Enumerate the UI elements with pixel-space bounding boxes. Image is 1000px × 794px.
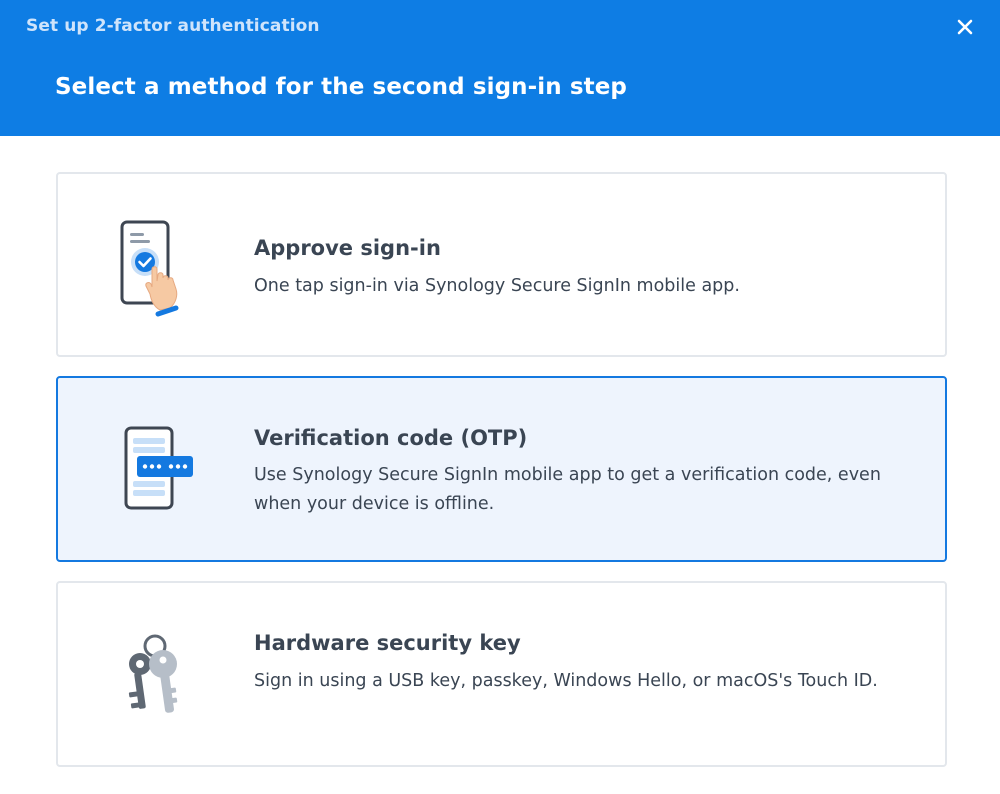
window-title: Set up 2-factor authentication xyxy=(26,16,320,36)
dialog-header: Set up 2-factor authentication Select a … xyxy=(0,0,1000,136)
close-button[interactable] xyxy=(950,12,980,42)
method-description: One tap sign-in via Synology Secure Sign… xyxy=(254,276,740,296)
close-icon[interactable] xyxy=(950,12,980,42)
method-card-hardware-security-key[interactable]: Hardware security key Sign in using a US… xyxy=(56,581,947,767)
method-title: Verification code (OTP) xyxy=(254,426,528,450)
phone-code-icon xyxy=(108,425,208,519)
method-card-approve-sign-in[interactable]: Approve sign-in One tap sign-in via Syno… xyxy=(56,172,947,357)
page-heading: Select a method for the second sign-in s… xyxy=(55,74,627,100)
method-title: Approve sign-in xyxy=(254,236,441,260)
method-description: Use Synology Secure SignIn mobile app to… xyxy=(254,465,881,514)
keys-icon xyxy=(108,628,198,727)
method-title: Hardware security key xyxy=(254,631,521,655)
method-description: Sign in using a USB key, passkey, Window… xyxy=(254,671,878,691)
method-card-verification-code[interactable]: Verification code (OTP) Use Synology Sec… xyxy=(56,376,947,562)
phone-tap-icon xyxy=(108,217,198,326)
